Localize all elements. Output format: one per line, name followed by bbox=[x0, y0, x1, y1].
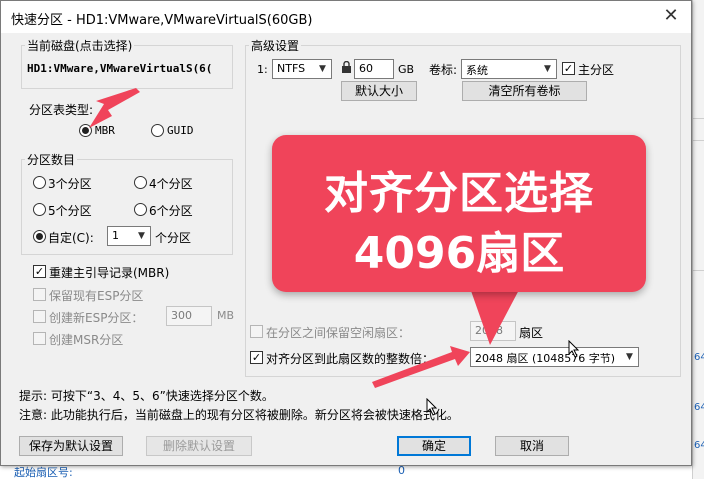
annotation-callout: 对齐分区选择 4096扇区 bbox=[272, 135, 646, 292]
arrow-to-align-combo bbox=[372, 346, 470, 388]
annotation-line-1: 对齐分区选择 bbox=[324, 168, 594, 219]
annotation-line-2: 4096扇区 bbox=[353, 228, 565, 279]
mouse-cursor-icon bbox=[426, 397, 438, 420]
arrow-to-mbr bbox=[89, 88, 140, 128]
mouse-cursor-icon bbox=[568, 339, 580, 362]
callout-pointer bbox=[470, 288, 520, 345]
